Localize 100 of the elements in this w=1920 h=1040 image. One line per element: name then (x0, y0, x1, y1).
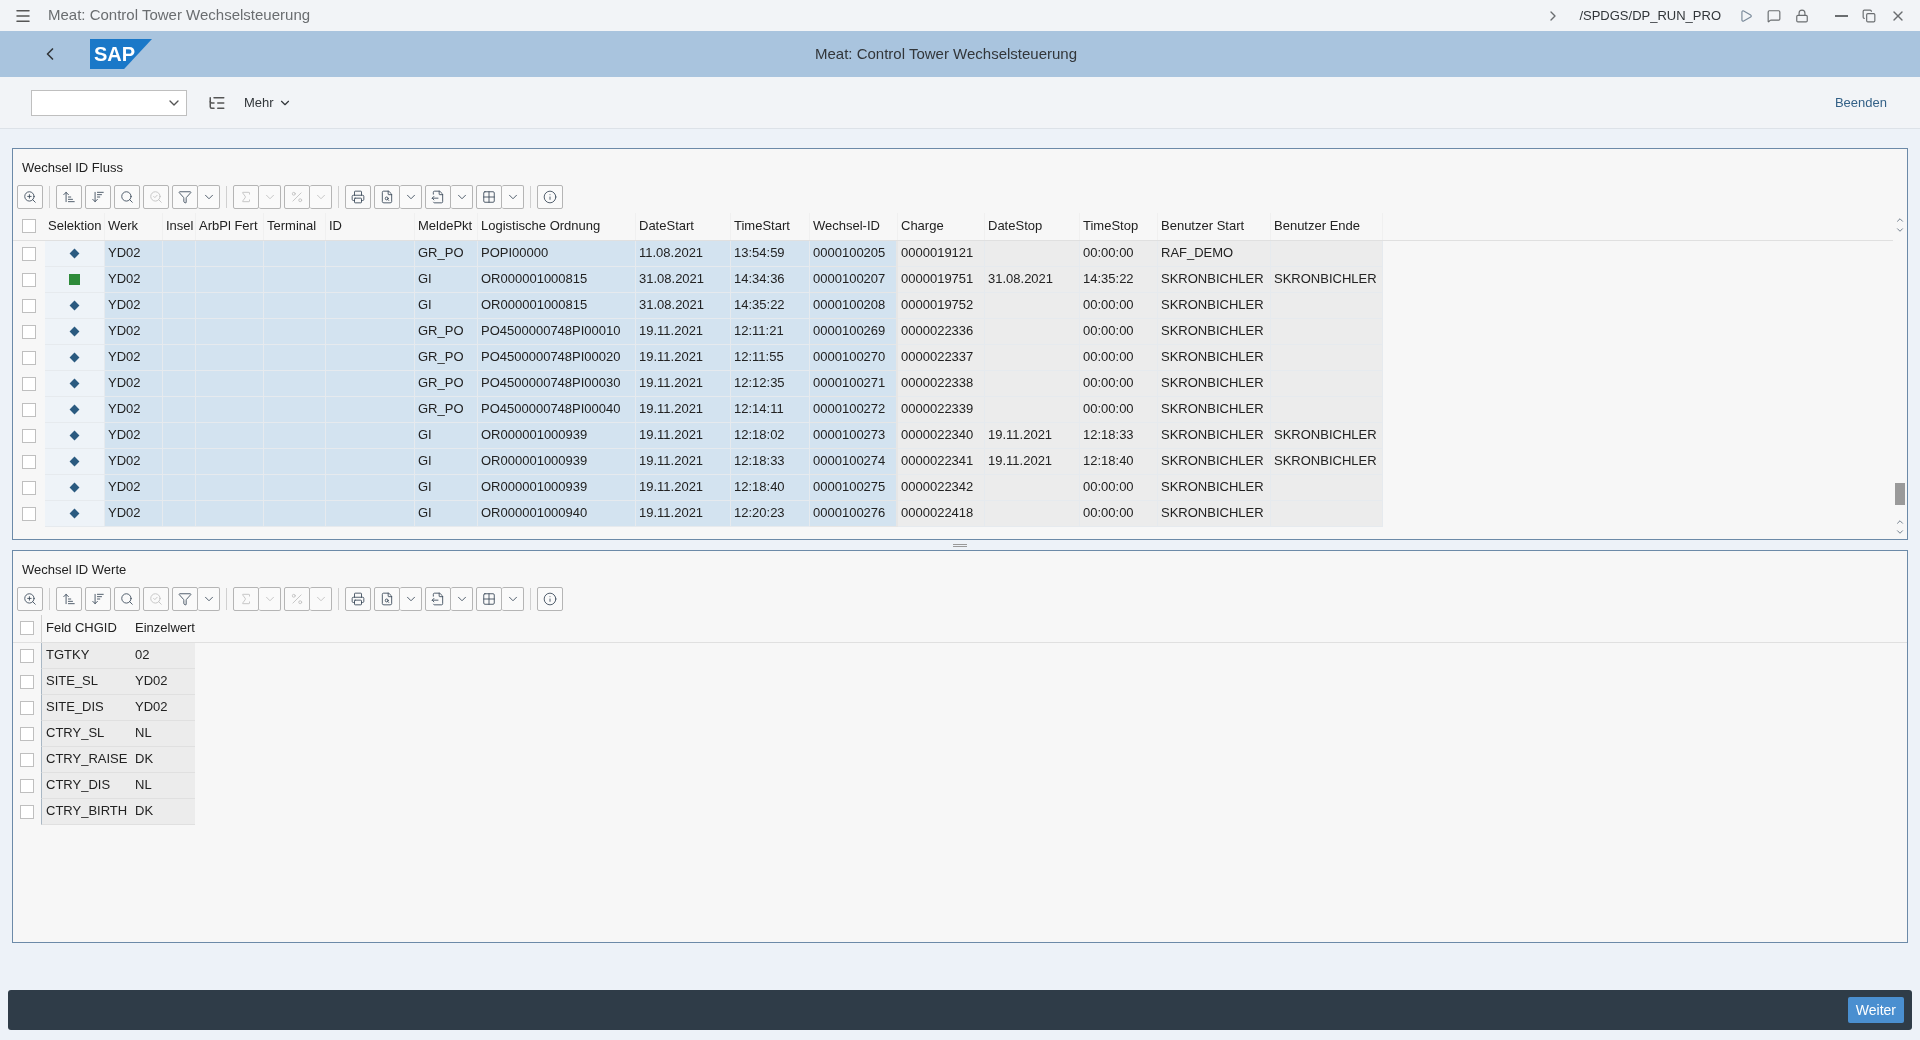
column-header[interactable]: Logistische Ordnung (478, 212, 636, 240)
filter-icon (178, 591, 192, 606)
subtotal-button[interactable] (284, 586, 310, 611)
more-button[interactable]: Mehr (244, 92, 292, 113)
table-cell: SKRONBICHLER (1158, 500, 1271, 527)
view-button[interactable] (374, 586, 400, 611)
sort-descending-button[interactable] (85, 586, 111, 611)
layout-button[interactable] (476, 586, 502, 611)
column-header[interactable]: Selektion (45, 212, 105, 240)
column-header[interactable]: Einzelwert (133, 614, 195, 642)
table-cell: NL (133, 720, 195, 747)
dropdown-button[interactable] (451, 586, 473, 611)
details-icon (23, 591, 37, 606)
layout-button[interactable] (476, 184, 502, 209)
dropdown-button[interactable] (198, 586, 220, 611)
details-button[interactable] (17, 586, 43, 611)
table-cell: 19.11.2021 (636, 448, 731, 475)
row-checkbox[interactable] (22, 506, 36, 521)
exit-button[interactable]: Beenden (1834, 92, 1887, 113)
row-checkbox[interactable] (20, 752, 34, 767)
sort-ascending-button[interactable] (56, 586, 82, 611)
row-checkbox[interactable] (20, 804, 34, 819)
sort-ascending-button[interactable] (56, 184, 82, 209)
dropdown-button[interactable] (451, 184, 473, 209)
column-header[interactable]: TimeStart (731, 212, 810, 240)
select-all-checkbox[interactable] (22, 219, 36, 233)
column-header[interactable]: Benutzer Start (1158, 212, 1271, 240)
find-next-button[interactable] (143, 586, 169, 611)
column-header[interactable]: Charge (898, 212, 985, 240)
table-cell: OR000001000815 (478, 292, 636, 319)
table-cell: 19.11.2021 (636, 318, 731, 345)
row-checkbox[interactable] (20, 778, 34, 793)
table-cell: 00:00:00 (1080, 396, 1158, 423)
dropdown-button[interactable] (259, 586, 281, 611)
row-checkbox[interactable] (22, 272, 36, 287)
column-header[interactable]: Wechsel-ID (810, 212, 898, 240)
table-cell: 00:00:00 (1080, 318, 1158, 345)
column-header[interactable]: Insel (163, 212, 196, 240)
table-cell: SKRONBICHLER (1158, 292, 1271, 319)
table-cell: YD02 (133, 668, 195, 695)
row-checkbox[interactable] (20, 674, 34, 689)
total-button[interactable] (233, 586, 259, 611)
info-button[interactable] (537, 586, 563, 611)
column-header[interactable]: Terminal (264, 212, 326, 240)
row-checkbox[interactable] (22, 350, 36, 365)
filter-button[interactable] (172, 586, 198, 611)
column-header[interactable]: ID (326, 212, 415, 240)
find-next-button[interactable] (143, 184, 169, 209)
row-checkbox[interactable] (22, 428, 36, 443)
dropdown-button[interactable] (310, 184, 332, 209)
info-button[interactable] (537, 184, 563, 209)
dropdown-button[interactable] (400, 586, 422, 611)
subtotal-button[interactable] (284, 184, 310, 209)
column-header[interactable]: DateStop (985, 212, 1080, 240)
dropdown-button[interactable] (502, 586, 524, 611)
column-header[interactable]: DateStart (636, 212, 731, 240)
scroll-thumb[interactable] (1895, 483, 1905, 505)
sort-descending-button[interactable] (85, 184, 111, 209)
column-header[interactable]: Werk (105, 212, 163, 240)
print-button[interactable] (345, 586, 371, 611)
row-checkbox[interactable] (22, 324, 36, 339)
table-cell: 12:18:33 (1080, 422, 1158, 449)
row-checkbox[interactable] (22, 402, 36, 417)
row-checkbox[interactable] (20, 648, 34, 663)
dropdown-field[interactable] (31, 89, 187, 116)
row-checkbox[interactable] (20, 700, 34, 715)
dropdown-button[interactable] (400, 184, 422, 209)
row-checkbox[interactable] (22, 246, 36, 261)
search-button[interactable] (114, 586, 140, 611)
table-cell: 0000100274 (810, 448, 898, 475)
print-button[interactable] (345, 184, 371, 209)
table-cell: YD02 (105, 318, 163, 345)
details-button[interactable] (17, 184, 43, 209)
row-checkbox[interactable] (22, 454, 36, 469)
search-button[interactable] (114, 184, 140, 209)
table-cell: 19.11.2021 (985, 422, 1080, 449)
select-all-checkbox[interactable] (20, 621, 34, 635)
row-checkbox[interactable] (22, 376, 36, 391)
dropdown-button[interactable] (310, 586, 332, 611)
export-button[interactable] (425, 586, 451, 611)
total-button[interactable] (233, 184, 259, 209)
table-cell: PO4500000748PI00010 (478, 318, 636, 345)
export-button[interactable] (425, 184, 451, 209)
dropdown-button[interactable] (259, 184, 281, 209)
column-header[interactable]: ArbPl Fert (196, 212, 264, 240)
table-cell: SITE_SL (41, 668, 133, 695)
column-header[interactable]: Feld CHGID (41, 614, 133, 642)
dropdown-button[interactable] (198, 184, 220, 209)
status-square-icon (69, 273, 80, 285)
row-checkbox[interactable] (20, 726, 34, 741)
minimize-icon[interactable] (1835, 14, 1848, 17)
view-button[interactable] (374, 184, 400, 209)
column-header[interactable]: MeldePkt (415, 212, 478, 240)
dropdown-button[interactable] (502, 184, 524, 209)
column-header[interactable]: TimeStop (1080, 212, 1158, 240)
filter-button[interactable] (172, 184, 198, 209)
column-header[interactable]: Benutzer Ende (1271, 212, 1383, 240)
row-checkbox[interactable] (22, 298, 36, 313)
row-checkbox[interactable] (22, 480, 36, 495)
table-cell: 00:00:00 (1080, 370, 1158, 397)
